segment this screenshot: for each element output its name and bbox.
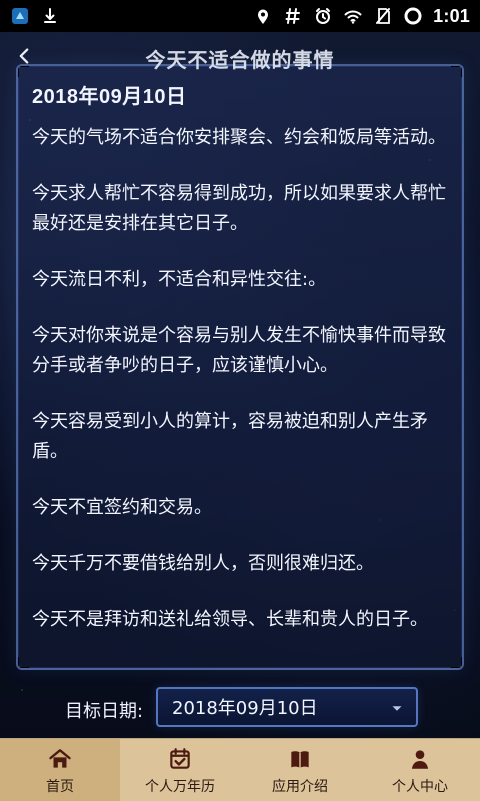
user-icon: [407, 746, 433, 772]
home-icon: [47, 746, 73, 772]
download-icon: [40, 6, 60, 26]
card-content: 2018年09月10日 今天的气场不适合你安排聚会、约会和饭局等活动。 今天求人…: [32, 78, 448, 656]
page-title: 今天不适合做的事情: [145, 47, 335, 72]
battery-ring-icon: [403, 6, 423, 26]
nav-label: 首页: [46, 779, 74, 795]
calendar-icon: [167, 746, 193, 772]
advice-paragraph: 今天容易受到小人的算计，容易被迫和别人产生矛盾。: [32, 411, 428, 462]
book-icon: [287, 746, 313, 772]
status-right: 1:01: [253, 6, 480, 27]
hash-icon: [283, 6, 303, 26]
nav-label: 个人中心: [392, 779, 448, 795]
location-icon: [253, 6, 273, 26]
date-heading: 2018年09月10日: [32, 86, 187, 108]
wifi-icon: [343, 6, 363, 26]
status-bar: 1:01: [0, 0, 480, 32]
status-time: 1:01: [433, 5, 470, 26]
advice-paragraph: 今天千万不要借钱给别人，否则很难归还。: [32, 553, 374, 574]
card-corner: [18, 657, 29, 668]
app-notification-icon: [10, 6, 30, 26]
dropdown-arrow-icon: [388, 700, 406, 718]
target-date-label: 目标日期:: [65, 701, 144, 722]
card-corner: [451, 657, 462, 668]
alarm-icon: [313, 6, 333, 26]
advice-paragraph: 今天不是拜访和送礼给领导、长辈和贵人的日子。: [32, 609, 428, 630]
nav-personal-center[interactable]: 个人中心: [360, 739, 480, 801]
nav-label: 应用介绍: [272, 779, 328, 795]
back-arrow-icon: [13, 45, 35, 71]
content-card: 2018年09月10日 今天的气场不适合你安排聚会、约会和饭局等活动。 今天求人…: [16, 64, 464, 670]
target-date-value: 2018年09月10日: [172, 698, 318, 719]
advice-paragraph: 今天求人帮忙不容易得到成功，所以如果要求人帮忙最好还是安排在其它日子。: [32, 183, 446, 234]
advice-paragraph: 今天流日不利，不适合和异性交往:。: [32, 269, 327, 290]
no-sim-icon: [373, 6, 393, 26]
nav-app-intro[interactable]: 应用介绍: [240, 739, 360, 801]
advice-paragraph: 今天对你来说是个容易与别人发生不愉快事件而导致分手或者争吵的日子，应该谨慎小心。: [32, 325, 446, 376]
nav-label: 个人万年历: [145, 779, 215, 795]
advice-paragraph: 今天的气场不适合你安排聚会、约会和饭局等活动。: [32, 127, 446, 148]
advice-paragraph: 今天不宜签约和交易。: [32, 497, 212, 518]
status-left: [0, 6, 60, 26]
target-date-select[interactable]: 2018年09月10日: [156, 687, 418, 727]
nav-home[interactable]: 首页: [0, 739, 120, 801]
title-bar: 今天不适合做的事情: [0, 32, 480, 84]
bottom-navigation: 首页 个人万年历 应用介绍 个人中心: [0, 738, 480, 801]
back-button[interactable]: [6, 38, 42, 78]
date-row: 目标日期: 2018年09月10日: [0, 680, 480, 736]
nav-personal-calendar[interactable]: 个人万年历: [120, 739, 240, 801]
